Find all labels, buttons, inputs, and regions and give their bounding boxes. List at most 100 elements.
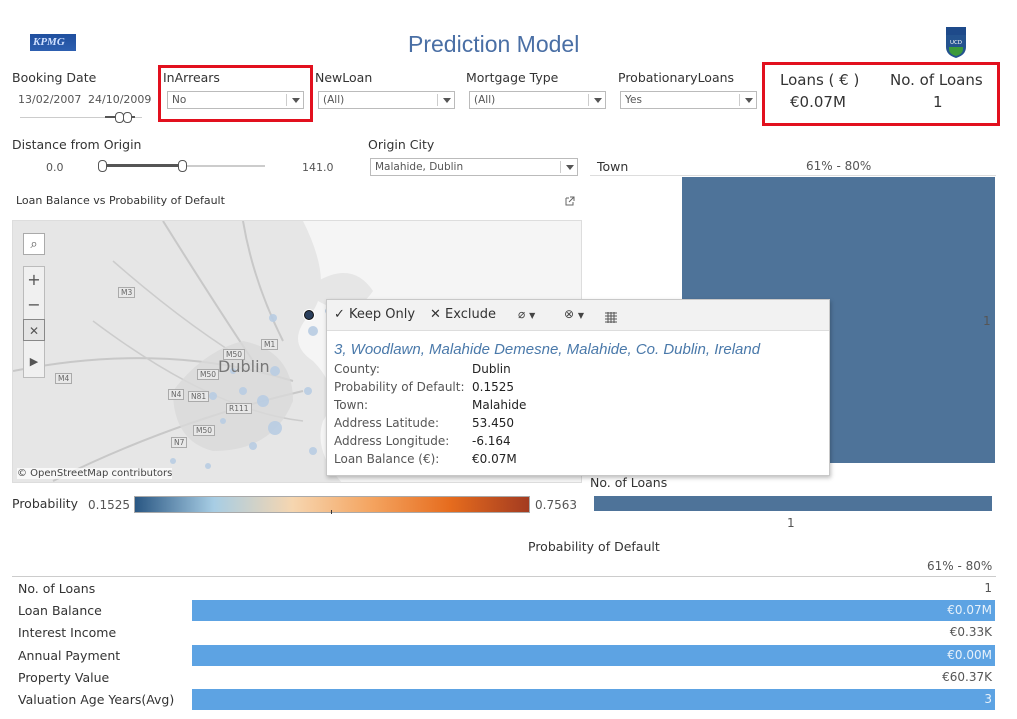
- booking-date-label: Booking Date: [12, 70, 97, 85]
- search-icon[interactable]: ⌕: [23, 233, 45, 255]
- tooltip-key: Town:: [334, 398, 369, 412]
- map-attribution: © OpenStreetMap contributors: [17, 468, 173, 479]
- slider-handle-end[interactable]: [123, 112, 132, 123]
- distance-max: 141.0: [302, 161, 334, 174]
- origin-city-dropdown[interactable]: Malahide, Dublin: [370, 158, 578, 176]
- origin-city-value: Malahide, Dublin: [375, 161, 464, 173]
- tooltip-value: Dublin: [472, 362, 511, 376]
- legend-gradient: [134, 496, 530, 513]
- unpin-map-icon[interactable]: ✕: [23, 319, 45, 341]
- ucd-crest-logo: UCD: [944, 27, 968, 59]
- probationary-loans-value: Yes: [625, 94, 642, 106]
- table-row-value: 3: [984, 692, 992, 706]
- highlight-in-arrears: [158, 65, 313, 122]
- table-row-bar: [192, 689, 995, 710]
- popout-icon[interactable]: [564, 192, 576, 206]
- tooltip-value: 0.1525: [472, 380, 514, 394]
- table-row-bar: [192, 644, 995, 666]
- chevron-down-icon: ▼: [529, 311, 536, 320]
- tooltip-key: Loan Balance (€):: [334, 452, 440, 466]
- selected-point[interactable]: [304, 310, 314, 320]
- table-row-value: 1: [984, 581, 992, 595]
- table-row-label: Loan Balance: [18, 603, 102, 619]
- table-row-value: €0.07M: [947, 603, 992, 618]
- exclude-button[interactable]: ✕ Exclude: [430, 307, 496, 322]
- kpi-loans-value: €0.07M: [790, 93, 846, 111]
- slider-range: [100, 164, 182, 167]
- kpmg-logo-text: KPMG: [33, 36, 65, 48]
- chevron-down-icon: [443, 98, 451, 103]
- table-row-label: Interest Income: [18, 625, 117, 641]
- page-title: Prediction Model: [408, 31, 580, 57]
- new-loan-value: (All): [323, 94, 345, 106]
- group-menu-button[interactable]: ⊗ ▼: [564, 307, 584, 321]
- road-label: N4: [168, 389, 185, 400]
- probationary-loans-dropdown[interactable]: Yes: [620, 91, 757, 109]
- legend-marker: [331, 510, 332, 514]
- table-title: Probability of Default: [528, 539, 660, 554]
- table-header-line: [12, 576, 996, 577]
- zoom-out-icon[interactable]: −: [23, 294, 45, 316]
- town-bar-value: 1: [983, 314, 991, 328]
- distance-slider[interactable]: [98, 160, 265, 172]
- road-label: M50: [197, 369, 220, 380]
- new-loan-dropdown[interactable]: (All): [318, 91, 455, 109]
- table-row-label: Annual Payment: [18, 647, 121, 663]
- keep-only-label: Keep Only: [349, 307, 416, 322]
- exclude-label: Exclude: [445, 307, 496, 322]
- town-axis-bar: [594, 496, 992, 511]
- expand-toolbar-icon[interactable]: ▶: [23, 351, 45, 373]
- tooltip-key: County:: [334, 362, 380, 376]
- link-icon: ⊗: [564, 307, 575, 321]
- kpi-loans-label: Loans ( € ): [780, 71, 860, 89]
- tooltip-value: €0.07M: [472, 452, 517, 466]
- exclude-x-icon: ✕: [430, 307, 441, 322]
- tooltip-value: -6.164: [472, 434, 511, 448]
- legend-min: 0.1525: [88, 498, 130, 512]
- chevron-down-icon: [566, 165, 574, 170]
- table-row-value: €60.37K: [942, 669, 992, 684]
- table-row-value: €0.33K: [949, 625, 992, 640]
- mortgage-type-value: (All): [474, 94, 496, 106]
- mortgage-type-dropdown[interactable]: (All): [469, 91, 606, 109]
- town-axis-tick: 1: [787, 516, 795, 530]
- booking-date-start: 13/02/2007: [18, 93, 82, 106]
- slider-handle-max[interactable]: [178, 160, 187, 172]
- road-label: R111: [226, 403, 252, 414]
- zoom-in-icon[interactable]: +: [23, 269, 45, 291]
- tooltip-key: Probability of Default:: [334, 380, 465, 394]
- keep-only-button[interactable]: ✓ Keep Only: [334, 307, 415, 322]
- chevron-down-icon: ▼: [577, 311, 585, 320]
- table-column-header: 61% - 80%: [927, 559, 993, 573]
- paperclip-menu-button[interactable]: ⌀ ▼: [518, 307, 535, 321]
- probationary-loans-label: ProbationaryLoans: [618, 70, 735, 85]
- mortgage-type-label: Mortgage Type: [466, 70, 559, 85]
- map-city-label: Dublin: [218, 357, 270, 376]
- tooltip-value: Malahide: [472, 398, 527, 412]
- kpi-count-value: 1: [933, 93, 943, 111]
- chevron-down-icon: [745, 98, 753, 103]
- table-row-bar: [192, 600, 995, 622]
- town-header-line: [590, 175, 996, 176]
- new-loan-label: NewLoan: [315, 70, 373, 85]
- table-row-label: Valuation Age Years(Avg): [18, 692, 175, 707]
- slider-handle-min[interactable]: [98, 160, 107, 172]
- kpi-count-label: No. of Loans: [890, 71, 983, 89]
- distance-label: Distance from Origin: [12, 137, 142, 152]
- road-label: M50: [193, 425, 216, 436]
- view-data-icon[interactable]: [605, 308, 617, 323]
- svg-text:UCD: UCD: [950, 40, 962, 46]
- road-label: M1: [261, 339, 279, 350]
- legend-max: 0.7563: [535, 498, 577, 512]
- legend-label: Probability: [12, 496, 79, 511]
- road-label: N81: [188, 391, 210, 402]
- table-row-label: Property Value: [18, 669, 110, 685]
- origin-city-label: Origin City: [368, 137, 435, 152]
- ucd-crest-icon: UCD: [946, 27, 966, 58]
- booking-date-slider[interactable]: [20, 112, 142, 123]
- paperclip-icon: ⌀: [518, 307, 526, 321]
- distance-min: 0.0: [46, 161, 64, 174]
- check-icon: ✓: [334, 307, 345, 322]
- town-band: 61% - 80%: [806, 159, 872, 173]
- chevron-down-icon: [594, 98, 602, 103]
